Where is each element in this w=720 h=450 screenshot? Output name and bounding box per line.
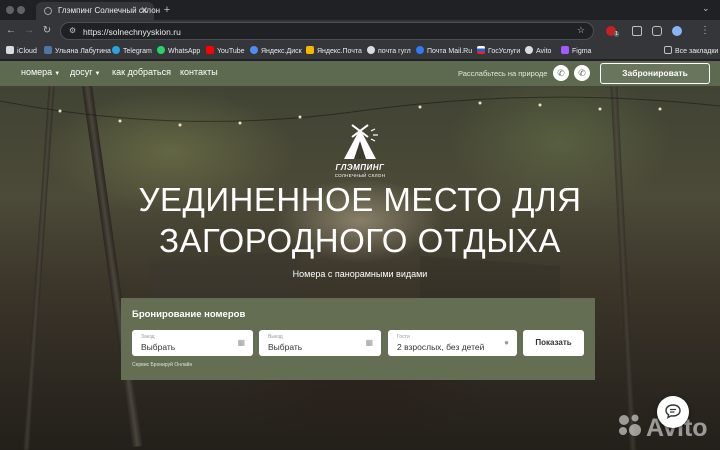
bookmark-yandex-mail[interactable]: Яндекс.Почта xyxy=(306,46,362,57)
bookmark-labutina[interactable]: Ульяна Лабутина xyxy=(44,46,111,57)
chevron-down-icon: ▼ xyxy=(94,71,101,77)
whatsapp-icon[interactable]: ✆ xyxy=(574,65,590,81)
bookmark-figma[interactable]: Figma xyxy=(561,46,591,57)
window-minimize-dot[interactable] xyxy=(17,6,25,14)
url-text[interactable]: https://solnechnyyskion.ru xyxy=(83,27,181,37)
guests-field[interactable]: Гости 2 взрослых, без детей ● xyxy=(388,330,517,356)
bookmark-gosuslugi[interactable]: ГосУслуги xyxy=(477,46,520,57)
guests-label: Гости xyxy=(397,334,410,340)
hero-subtitle: Номера с панорамными видами xyxy=(292,269,428,279)
tab-close-icon[interactable]: ✕ xyxy=(140,5,148,16)
checkout-field[interactable]: Выезд Выбрать ▦ xyxy=(259,330,381,356)
hero-title-line2: ЗАГОРОДНОГО ОТДЫХА xyxy=(159,222,561,259)
guests-value: 2 взрослых, без детей xyxy=(397,342,485,352)
bookmark-avito[interactable]: Avito xyxy=(525,46,551,57)
tab-search-icon[interactable]: ⌄ xyxy=(702,3,710,14)
website: номера ▼ досуг ▼ как добраться контакты Ра… xyxy=(0,61,720,450)
browser-menu-icon[interactable]: ⋮ xyxy=(698,24,712,38)
nav-contacts[interactable]: контакты xyxy=(180,67,218,77)
nav-leisure[interactable]: досуг ▼ xyxy=(70,67,101,77)
mail-icon xyxy=(306,46,314,54)
address-bar[interactable]: ⚙ https://solnechnyyskion.ru ☆ xyxy=(60,22,594,40)
chat-bubble-icon xyxy=(665,404,681,419)
chevron-down-icon: ▼ xyxy=(54,71,61,77)
mailru-icon xyxy=(416,46,424,54)
browser-toolbar: ← → ↻ ⚙ https://solnechnyyskion.ru ☆ 1 ⋮ xyxy=(0,20,720,42)
new-tab-icon[interactable]: + xyxy=(160,3,174,17)
vk-icon xyxy=(44,46,52,54)
person-icon: ● xyxy=(504,338,509,347)
checkin-value: Выбрать xyxy=(141,342,176,352)
show-button[interactable]: Показать xyxy=(523,330,584,356)
tab-favicon-icon xyxy=(44,7,52,15)
bookmark-icloud[interactable]: iCloud xyxy=(6,46,37,57)
reload-icon[interactable]: ↻ xyxy=(40,24,54,38)
logo-subtitle: СОЛНЕЧНЫЙ СКЛОН xyxy=(334,173,386,178)
youtube-icon xyxy=(206,46,214,54)
back-icon[interactable]: ← xyxy=(4,24,18,38)
forward-icon[interactable]: → xyxy=(22,24,36,38)
browser-tab-strip: Глэмпинг Солнечный склон ✕ + ⌄ xyxy=(0,0,720,20)
bookmark-mailru[interactable]: Почта Mail.Ru xyxy=(416,46,472,57)
whatsapp-icon xyxy=(157,46,165,54)
site-info-icon[interactable]: ⚙ xyxy=(69,26,76,35)
flag-icon xyxy=(477,46,485,54)
glamping-logo-icon xyxy=(344,124,378,159)
hero-title: УЕДИНЕННОЕ МЕСТО ДЛЯ ЗАГОРОДНОГО ОТДЫХА xyxy=(80,179,640,261)
chat-widget-button[interactable] xyxy=(657,396,689,428)
site-header: номера ▼ досуг ▼ как добраться контакты Ра… xyxy=(0,61,720,86)
book-button[interactable]: Забронировать xyxy=(600,63,710,84)
figma-icon xyxy=(561,46,569,54)
checkin-field[interactable]: Заезд Выбрать ▦ xyxy=(132,330,253,356)
calendar-icon: ▦ xyxy=(365,338,373,347)
phone-icon[interactable]: ✆ xyxy=(553,65,569,81)
nav-rooms[interactable]: номера ▼ xyxy=(21,67,60,77)
extension-badge-count: 1 xyxy=(614,31,619,37)
bookmark-telegram[interactable]: Telegram xyxy=(112,46,152,57)
folder-icon xyxy=(664,46,672,54)
booking-title: Бронирование номеров xyxy=(132,309,246,320)
header-tagline: Расслабьтесь на природе xyxy=(458,69,548,78)
nav-directions[interactable]: как добраться xyxy=(112,67,171,77)
bookmarks-bar: iCloud Ульяна Лабутина Telegram WhatsApp… xyxy=(0,42,720,60)
booking-panel: Бронирование номеров Заезд Выбрать ▦ Вые… xyxy=(121,298,595,380)
hero-title-line1: УЕДИНЕННОЕ МЕСТО ДЛЯ xyxy=(138,181,582,218)
window-close-dot[interactable] xyxy=(6,6,14,14)
avito-logo-icon xyxy=(619,414,641,436)
profile-avatar-icon[interactable] xyxy=(672,26,682,36)
telegram-icon xyxy=(112,46,120,54)
bookmark-gmail[interactable]: почта гугл xyxy=(367,46,411,57)
all-bookmarks[interactable]: Все закладки xyxy=(664,46,718,57)
bookmark-star-icon[interactable]: ☆ xyxy=(577,25,585,36)
checkout-value: Выбрать xyxy=(268,342,303,352)
checkout-label: Выезд xyxy=(268,334,283,340)
calendar-icon: ▦ xyxy=(237,338,245,347)
bookmark-youtube[interactable]: YouTube xyxy=(206,46,245,57)
side-panel-icon[interactable] xyxy=(652,26,662,36)
booking-service-link[interactable]: Сервис Бронируй Онлайн xyxy=(132,362,192,368)
logo-name: ГЛЭМПИНГ xyxy=(335,163,385,172)
bookmark-whatsapp[interactable]: WhatsApp xyxy=(157,46,200,57)
bookmark-yandex-disk[interactable]: Яндекс.Диск xyxy=(250,46,302,57)
checkin-label: Заезд xyxy=(141,334,155,340)
browser-tab[interactable]: Глэмпинг Солнечный склон ✕ xyxy=(36,2,160,20)
globe-icon xyxy=(367,46,375,54)
disk-icon xyxy=(250,46,258,54)
globe-icon xyxy=(525,46,533,54)
apple-icon xyxy=(6,46,14,54)
extensions-icon[interactable] xyxy=(632,26,642,36)
